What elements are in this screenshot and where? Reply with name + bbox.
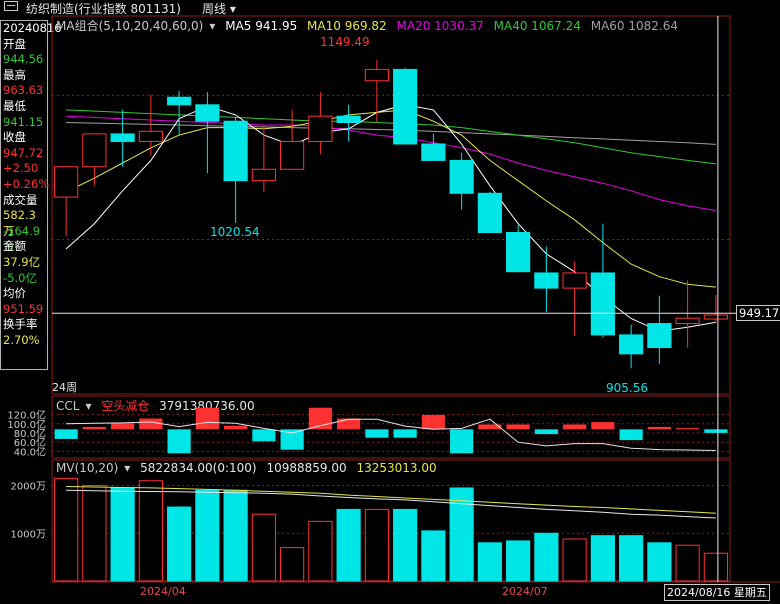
candle-body (534, 272, 559, 289)
volume-bar (223, 489, 248, 582)
candle-body (590, 272, 615, 336)
ma5-line (65, 104, 716, 332)
ccl-bar (365, 429, 389, 438)
volume-bar (280, 547, 305, 582)
candle-body (449, 159, 474, 194)
candle-body (167, 96, 192, 106)
candle-body (138, 130, 163, 142)
ccl-bar (139, 418, 163, 430)
ccl-bar (563, 424, 587, 430)
ccl-bar (647, 426, 671, 430)
ccl-bar (676, 428, 700, 430)
volume-bar (534, 532, 559, 582)
candle-body (703, 314, 728, 320)
ccl-bar (167, 429, 191, 454)
candle-body (562, 272, 587, 289)
ccl-bar (450, 429, 474, 454)
candle-body (82, 133, 107, 168)
ccl-bar (619, 429, 643, 441)
mv10-line (66, 489, 716, 519)
candle-body (280, 140, 305, 170)
volume-bar (308, 520, 333, 582)
candle-body (421, 143, 446, 161)
ccl-bar (224, 425, 248, 430)
candle-body (308, 115, 333, 142)
volume-bar (195, 489, 220, 582)
candle-body (54, 166, 79, 198)
volume-bar (421, 530, 446, 582)
candle-body (195, 104, 220, 122)
mv-y-tick-label: 1000万 (11, 529, 46, 540)
candle-body (223, 120, 248, 182)
candle-body (110, 133, 135, 142)
volume-bar (506, 540, 531, 582)
ccl-bar (111, 423, 135, 430)
volume-bar (647, 542, 672, 582)
ccl-bar (421, 414, 445, 430)
candle-body (251, 168, 276, 182)
volume-bar (336, 508, 361, 582)
candle-body (675, 317, 700, 325)
ccl-bar (54, 429, 78, 439)
volume-bar (562, 538, 587, 582)
volume-bar (393, 508, 418, 582)
ccl-bar (506, 424, 530, 430)
ccl-bar (337, 418, 361, 430)
kline-chart[interactable]: 120.0亿100.0亿80.0亿60.0亿40.0亿2000万1000万 (0, 0, 780, 604)
volume-bar (675, 544, 700, 582)
volume-bar (54, 477, 79, 582)
candle-body (364, 68, 389, 82)
ccl-y-tick-label: 40.0亿 (14, 445, 46, 458)
volume-bar (364, 508, 389, 582)
volume-bar (138, 480, 163, 582)
mv-y-tick-label: 2000万 (11, 482, 46, 493)
ccl-bar (252, 429, 276, 442)
ccl-bar (393, 429, 417, 438)
ccl-bar (82, 426, 106, 430)
candle-body (336, 115, 361, 124)
candle-body (506, 231, 531, 273)
candle-body (619, 334, 644, 355)
volume-bar (619, 535, 644, 582)
ma20-line (66, 115, 716, 211)
volume-bar (703, 552, 728, 582)
ccl-bar (704, 429, 728, 433)
volume-bar (167, 506, 192, 582)
candle-body (647, 323, 672, 349)
ccl-bar (280, 429, 304, 450)
volume-bar (82, 485, 107, 582)
volume-bar (251, 513, 276, 582)
volume-bar (110, 487, 135, 582)
volume-bar (449, 487, 474, 582)
ccl-bar (591, 422, 615, 430)
ccl-bar (195, 407, 219, 430)
ccl-bar (534, 429, 558, 435)
candle-body (393, 68, 418, 145)
candle-body (477, 192, 502, 233)
volume-bar (477, 542, 502, 582)
volume-bar (590, 535, 615, 582)
